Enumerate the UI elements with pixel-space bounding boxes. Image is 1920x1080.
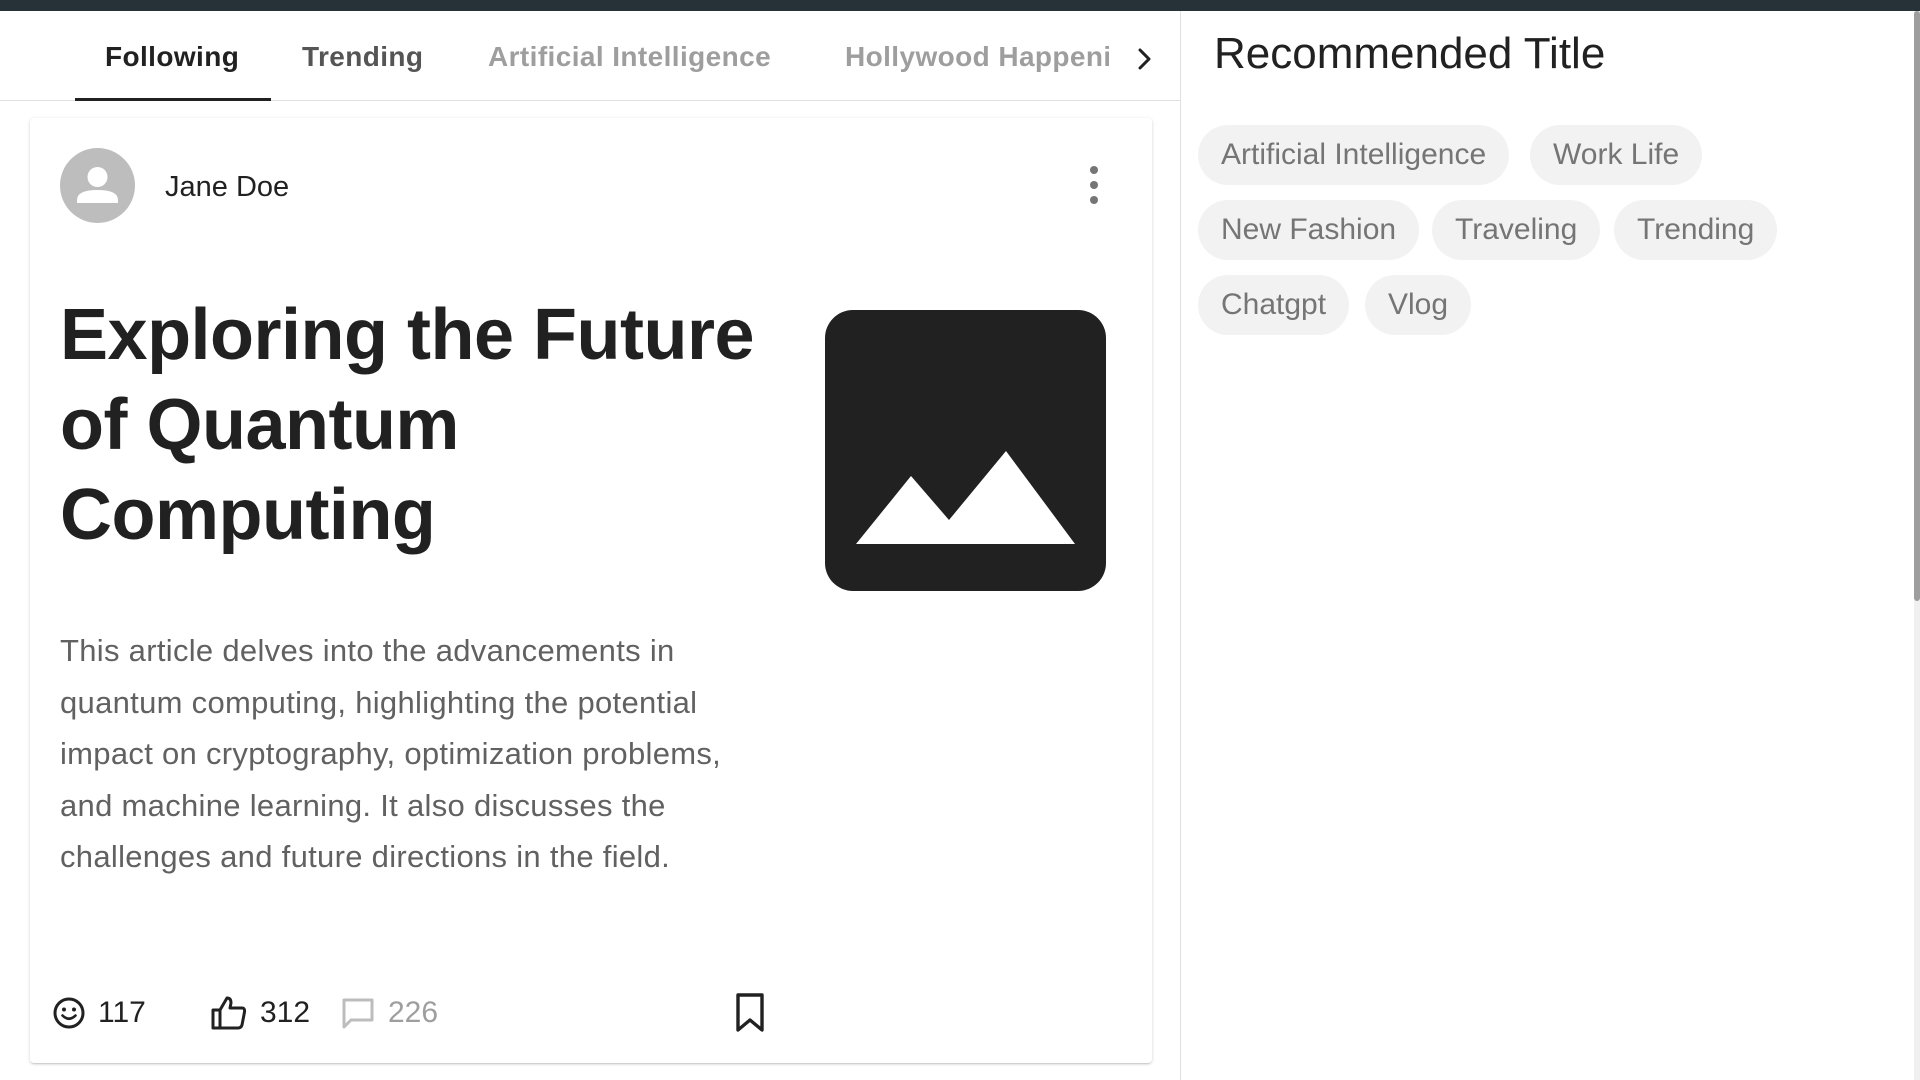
chip-traveling[interactable]: Traveling [1432, 200, 1601, 260]
comment-icon [340, 995, 376, 1031]
post-actions: 117 312 226 [52, 988, 772, 1038]
chip-new-fashion[interactable]: New Fashion [1198, 200, 1420, 260]
bookmark-button[interactable] [734, 988, 766, 1038]
tab-following[interactable]: Following [105, 41, 239, 73]
more-vert-icon-dot-1 [1090, 166, 1098, 174]
active-tab-indicator [75, 98, 271, 101]
person-icon [77, 167, 118, 203]
chip-chatgpt[interactable]: Chatgpt [1198, 275, 1350, 335]
reaction-action[interactable]: 117 [52, 988, 146, 1038]
chip-artificial-intelligence[interactable]: Artificial Intelligence [1198, 125, 1510, 185]
post-title[interactable]: Exploring the Future of Quantum Computin… [60, 290, 780, 560]
more-vert-icon-dot-2 [1090, 181, 1098, 189]
topic-tabs: Following Trending Artificial Intelligen… [0, 11, 1181, 101]
smiley-icon [52, 996, 86, 1030]
more-vert-icon-dot-3 [1090, 196, 1098, 204]
page-scrollbar-thumb[interactable] [1914, 11, 1920, 601]
author-avatar[interactable] [60, 148, 135, 223]
comment-action[interactable]: 226 [340, 988, 438, 1038]
tab-artificial-intelligence[interactable]: Artificial Intelligence [488, 41, 771, 73]
chip-work-life[interactable]: Work Life [1530, 125, 1703, 185]
chip-vlog[interactable]: Vlog [1365, 275, 1472, 335]
chip-trending[interactable]: Trending [1614, 200, 1778, 260]
comment-count: 226 [388, 996, 439, 1029]
post-description: This article delves into the advancement… [60, 633, 722, 874]
author-name[interactable]: Jane Doe [165, 171, 289, 204]
recommended-title: Recommended Title [1214, 29, 1606, 78]
tabs-scroll-right-button[interactable] [1130, 41, 1160, 77]
tab-trending[interactable]: Trending [302, 41, 423, 73]
chevron-right-icon [1138, 48, 1151, 70]
post-card[interactable]: Jane Doe Exploring the Future of Quantum… [30, 118, 1152, 1063]
bookmark-icon [734, 992, 766, 1034]
more-options-button[interactable] [1080, 162, 1108, 208]
tab-hollywood-happenings[interactable]: Hollywood Happenings [845, 41, 1109, 72]
reaction-count: 117 [98, 996, 146, 1029]
main-feed: Following Trending Artificial Intelligen… [0, 11, 1181, 1080]
thumb-up-icon [210, 995, 248, 1031]
recommended-panel: Recommended Title Artificial Intelligenc… [1182, 11, 1914, 1080]
image-icon[interactable] [825, 310, 1106, 591]
like-action[interactable]: 312 [210, 988, 310, 1038]
top-app-bar [0, 0, 1920, 11]
tab-hollywood-happenings-clip: Hollywood Happenings [845, 41, 1109, 73]
like-count: 312 [260, 996, 311, 1029]
